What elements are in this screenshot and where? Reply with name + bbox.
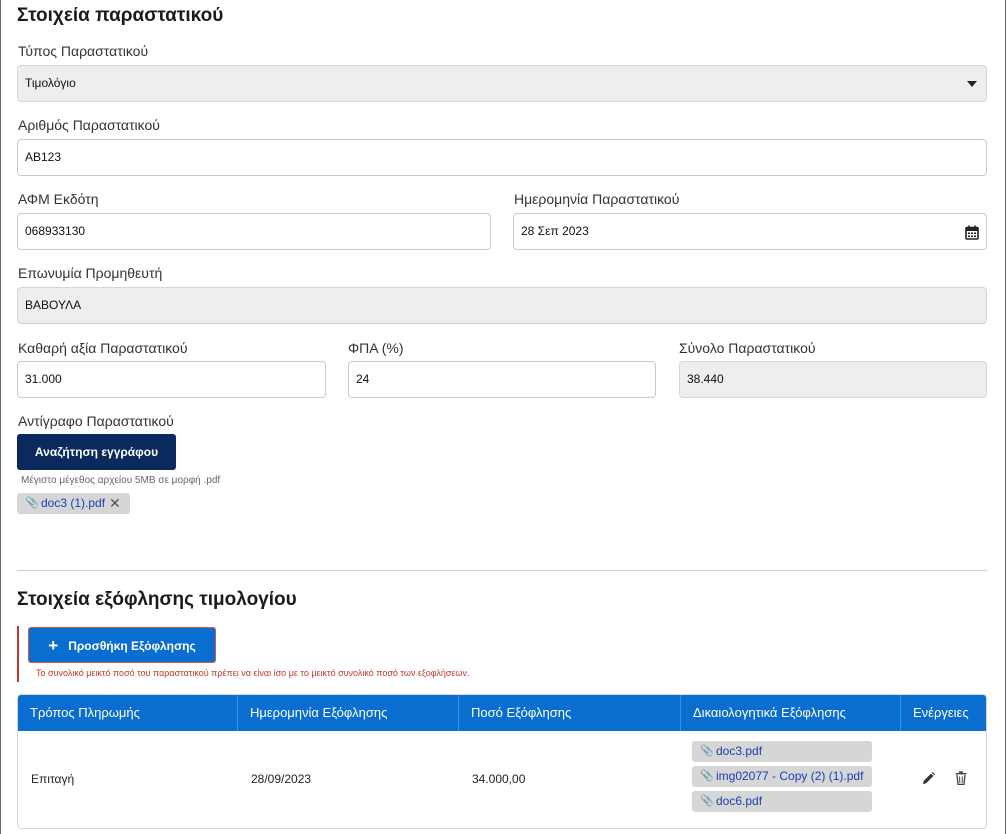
file-size-hint: Μέγιστο μέγεθος αρχείου 5MB σε μορφή .pd… [21, 475, 221, 486]
section-divider [17, 570, 987, 571]
invoice-number-input[interactable]: ΑΒ123 [17, 139, 987, 176]
add-payment-button[interactable]: + Προσθήκη Εξόφλησης [28, 627, 216, 663]
payment-file-link[interactable]: img02077 - Copy (2) (1).pdf [716, 769, 863, 783]
paperclip-icon: 📎 [700, 770, 714, 782]
attached-file-link[interactable]: doc3 (1).pdf [41, 496, 105, 510]
vat-label: ΦΠΑ (%) [348, 340, 404, 356]
error-indicator-bar [17, 626, 19, 682]
vat-input[interactable]: 24 [348, 361, 656, 398]
column-header-amount: Ποσό Εξόφλησης [459, 695, 681, 731]
net-value-input[interactable]: 31.000 [17, 361, 326, 398]
invoice-date-value: 28 Σεπ 2023 [521, 224, 589, 238]
total-label: Σύνολο Παραστατικού [679, 340, 816, 356]
payment-section-title: Στοιχεία εξόφλησης τιμολογίου [17, 589, 297, 610]
invoice-copy-label: Αντίγραφο Παραστατικού [18, 413, 174, 429]
column-header-documents: Δικαιολογητικά Εξόφλησης [681, 695, 901, 731]
total-input: 38.440 [679, 361, 987, 398]
table-header: Τρόπος Πληρωμής Ημερομηνία Εξόφλησης Ποσ… [18, 695, 986, 731]
invoice-date-label: Ημερομηνία Παραστατικού [514, 191, 680, 207]
paperclip-icon: 📎 [700, 745, 714, 757]
chevron-down-icon [967, 81, 977, 87]
paperclip-icon: 📎 [25, 497, 39, 509]
attached-file-chip: 📎 doc3 (1).pdf ✕ [17, 493, 130, 514]
issuer-afm-input[interactable]: 068933130 [17, 213, 491, 250]
pencil-icon[interactable] [922, 772, 935, 785]
supplier-name-label: Επωνυμία Προμηθευτή [18, 265, 163, 281]
column-header-date: Ημερομηνία Εξόφλησης [238, 695, 459, 731]
invoice-type-select[interactable]: Τιμολόγιο [17, 65, 987, 102]
column-header-method: Τρόπος Πληρωμής [18, 695, 238, 731]
plus-icon: + [48, 636, 59, 655]
invoice-type-label: Τύπος Παραστατικού [18, 43, 149, 59]
payment-file-link[interactable]: doc3.pdf [716, 744, 762, 758]
close-icon[interactable]: ✕ [109, 493, 121, 514]
validation-error-message: Το συνολικό μεικτό ποσό του παραστατικού… [36, 668, 470, 678]
supplier-name-input: ΒΑΒΟΥΛΑ [17, 287, 987, 324]
payment-date-cell: 28/09/2023 [251, 772, 312, 786]
payment-file-chip: 📎 img02077 - Copy (2) (1).pdf [692, 766, 872, 787]
invoice-type-value: Τιμολόγιο [25, 76, 76, 90]
add-payment-label: Προσθήκη Εξόφλησης [68, 639, 196, 653]
column-header-actions: Ενέργειες [913, 705, 969, 720]
payment-file-link[interactable]: doc6.pdf [716, 794, 762, 808]
search-document-button[interactable]: Αναζήτηση εγγράφου [17, 434, 176, 470]
payment-method-cell: Επιταγή [31, 772, 75, 786]
payment-file-chip: 📎 doc3.pdf [692, 741, 872, 762]
invoice-section-title: Στοιχεία παραστατικού [17, 5, 224, 26]
invoice-date-input[interactable]: 28 Σεπ 2023 [513, 213, 987, 250]
calendar-icon[interactable] [965, 225, 979, 240]
paperclip-icon: 📎 [700, 795, 714, 807]
payments-table: Τρόπος Πληρωμής Ημερομηνία Εξόφλησης Ποσ… [17, 694, 987, 829]
trash-icon[interactable] [955, 771, 967, 785]
payment-file-chip: 📎 doc6.pdf [692, 791, 872, 812]
issuer-afm-label: ΑΦΜ Εκδότη [18, 191, 99, 207]
net-value-label: Καθαρή αξία Παραστατικού [18, 340, 188, 356]
invoice-number-label: Αριθμός Παραστατικού [18, 117, 160, 133]
payment-amount-cell: 34.000,00 [472, 772, 526, 786]
